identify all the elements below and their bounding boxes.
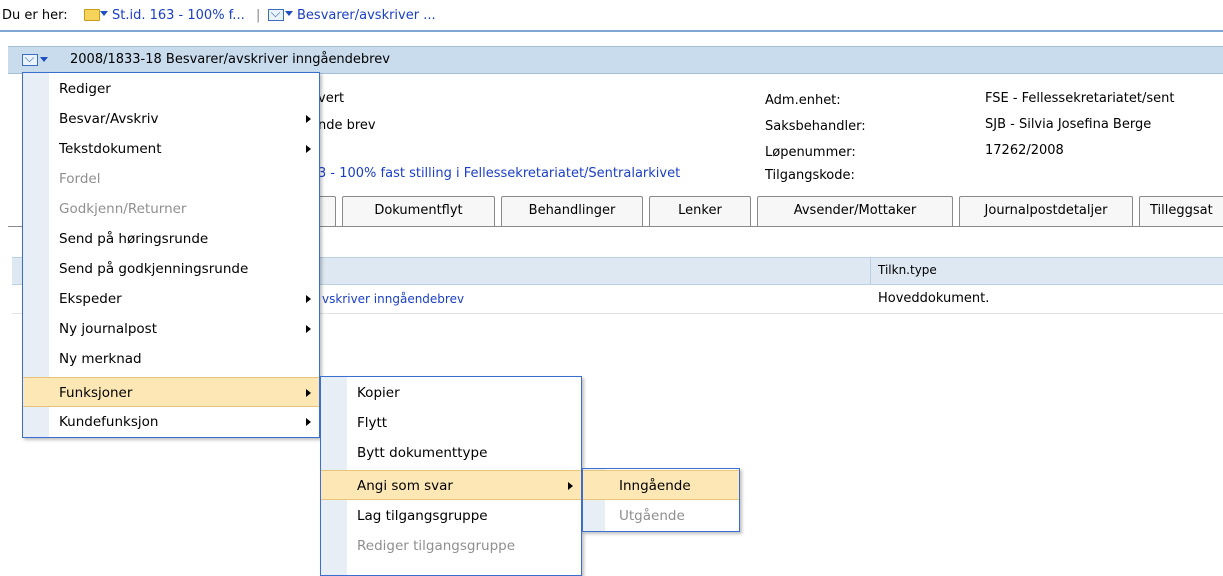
- menu-item-label: Ekspeder: [59, 291, 122, 307]
- menu-item-send-horingsrunde[interactable]: Send på høringsrunde: [23, 224, 319, 254]
- document-menu-arrow-icon[interactable]: [40, 57, 48, 62]
- case-link[interactable]: 3 - 100% fast stilling i Fellessekretari…: [318, 166, 680, 181]
- submenu-arrow-icon: [306, 295, 311, 303]
- menu-item-label: Send på godkjenningsrunde: [59, 261, 249, 277]
- detail-text-1: vert: [318, 91, 345, 106]
- submenu-arrow-icon: [306, 145, 311, 153]
- menu-item-label: Fordel: [59, 171, 101, 187]
- submenu-arrow-icon: [306, 418, 311, 426]
- document-header-bar: 2008/1833-18 Besvarer/avskriver inngåend…: [8, 46, 1223, 74]
- tab-behandlinger[interactable]: Behandlinger: [501, 196, 643, 226]
- menu-item-ekspeder[interactable]: Ekspeder: [23, 284, 319, 314]
- column-divider: [870, 258, 871, 284]
- menu-item-funksjoner[interactable]: Funksjoner: [23, 377, 319, 407]
- submenu-arrow-icon: [306, 325, 311, 333]
- breadcrumb-prefix: Du er her:: [2, 8, 68, 23]
- menu-item-label: Bytt dokumenttype: [357, 445, 488, 461]
- page-title: 2008/1833-18 Besvarer/avskriver inngåend…: [70, 52, 390, 67]
- menu-item-kundefunksjon[interactable]: Kundefunksjon: [23, 407, 319, 437]
- menu-item-godkjenn-returner: Godkjenn/Returner: [23, 194, 319, 224]
- mail-icon: [268, 9, 284, 21]
- menu-item-label: Lag tilgangsgruppe: [357, 508, 488, 524]
- angi-som-svar-submenu: Inngående Utgående: [582, 468, 740, 532]
- field-value-adm-enhet: FSE - Fellessekretariatet/sent: [985, 91, 1175, 106]
- menu-item-label: Angi som svar: [357, 478, 453, 494]
- tab-avsender-mottaker[interactable]: Avsender/Mottaker: [757, 196, 953, 226]
- menu-item-label: Besvar/Avskriv: [59, 111, 159, 127]
- field-label-adm-enhet: Adm.enhet:: [765, 93, 841, 108]
- menu-item-label: Rediger: [59, 81, 111, 97]
- field-label-lopenummer: Løpenummer:: [765, 145, 856, 160]
- menu-item-inngaende[interactable]: Inngående: [583, 470, 739, 500]
- field-label-tilgangskode: Tilgangskode:: [765, 168, 855, 183]
- tab-journalpostdetaljer[interactable]: Journalpostdetaljer: [959, 196, 1133, 226]
- breadcrumb-separator: |: [256, 8, 261, 23]
- menu-item-lag-tilgangsgruppe[interactable]: Lag tilgangsgruppe: [321, 501, 581, 531]
- dropdown-arrow-icon[interactable]: [285, 11, 293, 16]
- menu-item-label: Inngående: [619, 478, 691, 494]
- document-mail-icon[interactable]: [22, 54, 38, 66]
- menu-item-label: Kopier: [357, 385, 400, 401]
- document-type-cell: Hoveddokument.: [878, 291, 990, 306]
- breadcrumb: Du er her: St.id. 163 - 100% f... | Besv…: [0, 0, 1223, 32]
- detail-text-2: nde brev: [318, 118, 376, 133]
- menu-item-label: Funksjoner: [59, 385, 133, 401]
- menu-item-label: Send på høringsrunde: [59, 231, 209, 247]
- menu-item-fordel: Fordel: [23, 164, 319, 194]
- menu-item-label: Ny merknad: [59, 351, 142, 367]
- menu-item-label: Rediger tilgangsgruppe: [357, 538, 516, 554]
- tab-dokumentflyt[interactable]: Dokumentflyt: [342, 196, 495, 226]
- menu-item-send-godkjenningsrunde[interactable]: Send på godkjenningsrunde: [23, 254, 319, 284]
- menu-item-kopier[interactable]: Kopier: [321, 378, 581, 408]
- breadcrumb-document-link[interactable]: Besvarer/avskriver ...: [297, 8, 436, 23]
- menu-item-utgaende: Utgående: [583, 501, 739, 531]
- menu-item-label: Tekstdokument: [59, 141, 162, 157]
- folder-icon: [84, 9, 100, 21]
- menu-item-label: Godkjenn/Returner: [59, 201, 187, 217]
- menu-item-label: Ny journalpost: [59, 321, 157, 337]
- breadcrumb-case-link[interactable]: St.id. 163 - 100% f...: [112, 8, 245, 23]
- field-label-saksbehandler: Saksbehandler:: [765, 119, 866, 134]
- menu-item-label: Flytt: [357, 415, 388, 431]
- tab-lenker[interactable]: Lenker: [649, 196, 751, 226]
- submenu-arrow-icon: [306, 115, 311, 123]
- menu-item-ny-merknad[interactable]: Ny merknad: [23, 344, 319, 374]
- menu-item-besvar-avskriv[interactable]: Besvar/Avskriv: [23, 104, 319, 134]
- menu-item-label: Kundefunksjon: [59, 414, 159, 430]
- field-value-saksbehandler: SJB - Silvia Josefina Berge: [985, 117, 1152, 132]
- menu-item-angi-som-svar[interactable]: Angi som svar: [321, 470, 581, 500]
- dropdown-arrow-icon[interactable]: [100, 11, 108, 16]
- menu-item-bytt-dokumenttype[interactable]: Bytt dokumenttype: [321, 438, 581, 468]
- context-menu: Rediger Besvar/Avskriv Tekstdokument For…: [22, 72, 320, 438]
- menu-item-rediger-tilgangsgruppe: Rediger tilgangsgruppe: [321, 531, 581, 561]
- submenu-arrow-icon: [568, 482, 573, 490]
- menu-item-tekstdokument[interactable]: Tekstdokument: [23, 134, 319, 164]
- menu-item-rediger[interactable]: Rediger: [23, 74, 319, 104]
- column-header-tilkn-type[interactable]: Tilkn.type: [878, 263, 937, 277]
- funksjoner-submenu: Kopier Flytt Bytt dokumenttype Angi som …: [320, 376, 582, 576]
- document-title-link[interactable]: vskriver inngåendebrev: [322, 292, 464, 306]
- tab-tilleggsattributter[interactable]: Tilleggsat: [1139, 196, 1223, 226]
- menu-item-ny-journalpost[interactable]: Ny journalpost: [23, 314, 319, 344]
- menu-item-flytt[interactable]: Flytt: [321, 408, 581, 438]
- menu-item-label: Utgående: [619, 508, 685, 524]
- field-value-lopenummer: 17262/2008: [985, 143, 1064, 158]
- submenu-arrow-icon: [306, 389, 311, 397]
